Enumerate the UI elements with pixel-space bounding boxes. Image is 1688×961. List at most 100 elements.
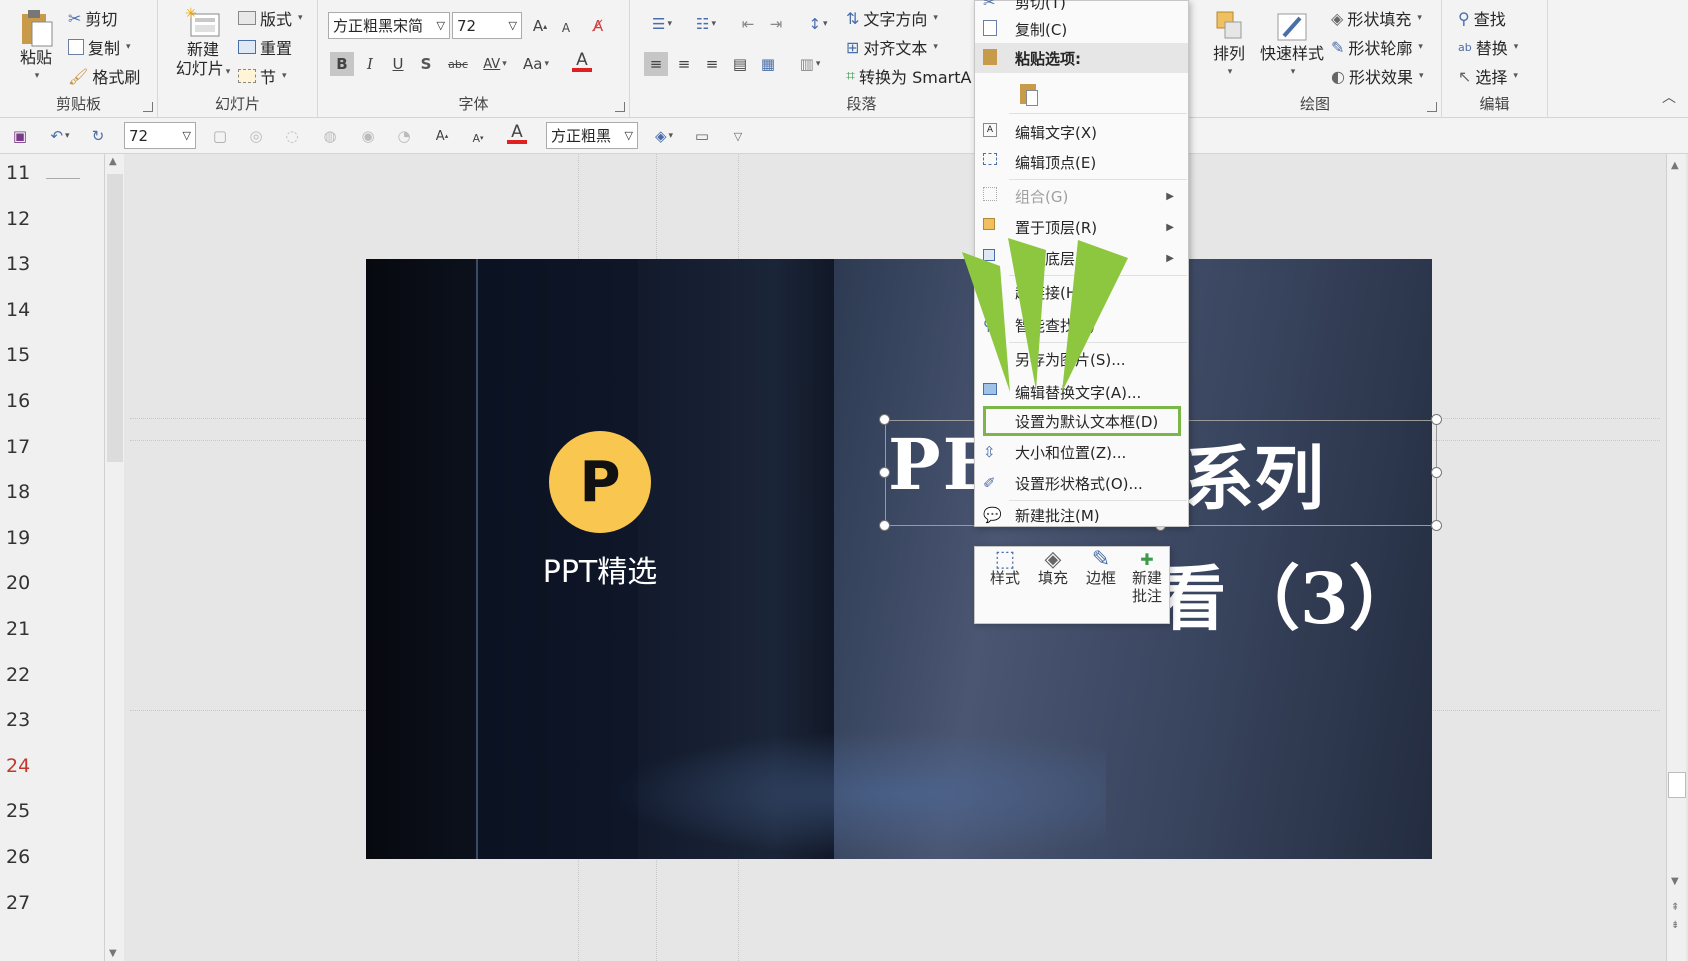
- scroll-thumb[interactable]: [1668, 772, 1686, 798]
- justify-button[interactable]: ▤: [728, 52, 752, 76]
- chevron-down-icon[interactable]: ▽: [437, 19, 445, 32]
- change-case-button[interactable]: Aa ▾: [518, 52, 554, 76]
- chevron-down-icon[interactable]: ▽: [509, 19, 517, 32]
- align-right-button[interactable]: ≡: [700, 52, 724, 76]
- decrease-indent-button[interactable]: ⇤: [736, 12, 760, 36]
- font-color-button[interactable]: A: [564, 50, 600, 74]
- dialog-launcher-icon[interactable]: [615, 102, 625, 112]
- menu-item-send-to-back[interactable]: 置于底层(K) ▶: [975, 243, 1188, 273]
- resize-handle[interactable]: [879, 467, 890, 478]
- numbering-button[interactable]: ☷ ▾: [686, 12, 726, 36]
- format-painter-button[interactable]: 🖌 格式刷: [68, 64, 140, 88]
- menu-item-bring-to-front[interactable]: 置于顶层(R) ▶: [975, 212, 1188, 242]
- redo-icon[interactable]: ↻: [86, 124, 110, 148]
- mini-border-button[interactable]: ✎ 边框: [1081, 549, 1121, 588]
- mini-style-button[interactable]: ⬚ 样式: [985, 549, 1025, 588]
- menu-item-edit-points[interactable]: 编辑顶点(E): [975, 147, 1188, 177]
- outline-scrollbar[interactable]: ▲ ▼: [104, 154, 124, 961]
- find-button[interactable]: ⚲ 查找: [1458, 6, 1506, 30]
- align-center-button[interactable]: ≡: [672, 52, 696, 76]
- distribute-button[interactable]: ▦: [756, 52, 780, 76]
- slide-canvas[interactable]: P PPT精选 PE 系列 看 （3）: [366, 259, 1432, 859]
- qat-grow-font-icon[interactable]: A ▴: [430, 124, 454, 148]
- shrink-font-button[interactable]: A: [554, 16, 578, 40]
- italic-button[interactable]: I: [358, 52, 382, 76]
- reset-button[interactable]: 重置: [238, 35, 292, 59]
- section-button[interactable]: 节 ▾: [238, 64, 287, 88]
- shadow-button[interactable]: S: [414, 52, 438, 76]
- menu-item-edit-text[interactable]: A 编辑文字(X): [975, 117, 1188, 147]
- next-slide-icon[interactable]: ⇟: [1671, 920, 1679, 931]
- chevron-down-icon[interactable]: ▽: [183, 129, 191, 142]
- menu-item-size-position[interactable]: ⇳ 大小和位置(Z)...: [975, 437, 1188, 467]
- shape-effects-button[interactable]: ◐ 形状效果 ▾: [1331, 64, 1424, 88]
- columns-button[interactable]: ▥ ▾: [790, 52, 830, 76]
- qat-font-color-button[interactable]: A: [502, 122, 532, 146]
- shape-fill-button[interactable]: ◈ 形状填充 ▾: [1331, 6, 1422, 30]
- underline-button[interactable]: U: [386, 52, 410, 76]
- bullets-button[interactable]: ☰ ▾: [642, 12, 682, 36]
- combine-icon[interactable]: ◌: [280, 124, 304, 148]
- scroll-up-icon[interactable]: ▲: [1671, 160, 1679, 171]
- resize-handle[interactable]: [1431, 414, 1442, 425]
- replace-button[interactable]: ab 替换 ▾: [1458, 35, 1518, 59]
- menu-item-group[interactable]: 组合(G) ▶: [975, 181, 1188, 211]
- mini-fill-button[interactable]: ◈ 填充: [1033, 549, 1073, 588]
- prev-slide-icon[interactable]: ⇞: [1671, 902, 1679, 913]
- copy-button[interactable]: 复制 ▾: [68, 35, 131, 59]
- scroll-thumb[interactable]: [107, 174, 123, 462]
- bold-button[interactable]: B: [330, 52, 354, 76]
- font-name-combo[interactable]: 方正粗黑宋简 ▽: [328, 12, 450, 39]
- qat-textbox-icon[interactable]: ▭: [690, 124, 714, 148]
- align-left-button[interactable]: ≡: [644, 52, 668, 76]
- resize-handle[interactable]: [1431, 520, 1442, 531]
- collapse-ribbon-icon[interactable]: ︿: [1662, 87, 1676, 107]
- menu-item-hyperlink[interactable]: ⚭ 超链接(H)...: [975, 277, 1188, 307]
- shape-outline-button[interactable]: ✎ 形状轮廓 ▾: [1331, 35, 1423, 59]
- resize-handle[interactable]: [1431, 467, 1442, 478]
- qat-font-size-combo[interactable]: 72 ▽: [124, 122, 196, 149]
- cut-button[interactable]: ✂ 剪切: [68, 6, 117, 30]
- layout-button[interactable]: 版式 ▾: [238, 6, 303, 30]
- slide-scrollbar[interactable]: ▲ ▼ ⇞ ⇟: [1666, 154, 1686, 961]
- dialog-launcher-icon[interactable]: [143, 102, 153, 112]
- scroll-down-icon[interactable]: ▼: [109, 948, 117, 959]
- dialog-launcher-icon[interactable]: [1427, 102, 1437, 112]
- paste-button[interactable]: 粘贴 ▾: [14, 8, 58, 86]
- resize-handle[interactable]: [879, 414, 890, 425]
- menu-item-new-comment[interactable]: 💬 新建批注(M): [975, 500, 1188, 530]
- intersect-icon[interactable]: ◉: [356, 124, 380, 148]
- chevron-down-icon[interactable]: ▽: [625, 129, 633, 142]
- new-slide-button[interactable]: ✳ 新建 幻灯片 ▾: [170, 6, 236, 82]
- slide-title-line2[interactable]: （3）: [1230, 543, 1419, 644]
- clear-format-button[interactable]: A̸: [586, 14, 610, 38]
- subtract-icon[interactable]: ◔: [392, 124, 416, 148]
- save-icon[interactable]: ▣: [8, 124, 32, 148]
- undo-button[interactable]: ↶ ▾: [42, 124, 78, 148]
- union-icon[interactable]: ◎: [244, 124, 268, 148]
- strikethrough-button[interactable]: abc: [442, 52, 474, 76]
- line-spacing-button[interactable]: ↕ ▾: [798, 12, 838, 36]
- scroll-down-icon[interactable]: ▼: [1671, 876, 1679, 887]
- char-spacing-button[interactable]: AV ▾: [478, 52, 512, 76]
- qat-font-name-combo[interactable]: 方正粗黑 ▽: [546, 122, 638, 149]
- resize-handle[interactable]: [879, 520, 890, 531]
- customize-qat-icon[interactable]: ▽: [726, 124, 750, 148]
- menu-item-edit-alt-text[interactable]: 编辑替换文字(A)...: [975, 377, 1188, 407]
- paste-keep-format-button[interactable]: [1015, 79, 1043, 109]
- font-size-combo[interactable]: 72 ▽: [452, 12, 522, 39]
- scroll-up-icon[interactable]: ▲: [109, 156, 117, 167]
- increase-indent-button[interactable]: ⇥: [764, 12, 788, 36]
- menu-item-set-default-textbox[interactable]: 设置为默认文本框(D): [983, 406, 1181, 436]
- menu-item-smart-lookup[interactable]: ⚲ 智能查找(L): [975, 310, 1188, 340]
- qat-shrink-font-icon[interactable]: A ▾: [466, 126, 490, 150]
- convert-smartart-button[interactable]: ⌗ 转换为 SmartA: [846, 64, 971, 88]
- text-direction-button[interactable]: ⇅ 文字方向 ▾: [846, 6, 938, 30]
- arrange-button[interactable]: 排列 ▾: [1207, 8, 1251, 82]
- qat-shape-fill-button[interactable]: ◈ ▾: [646, 124, 682, 148]
- align-text-button[interactable]: ⊞ 对齐文本 ▾: [846, 35, 938, 59]
- menu-item-save-as-picture[interactable]: 另存为图片(S)...: [975, 344, 1188, 374]
- menu-item-format-shape[interactable]: ✐ 设置形状格式(O)...: [975, 468, 1188, 498]
- select-button[interactable]: ↖ 选择 ▾: [1458, 64, 1518, 88]
- shape-icon[interactable]: ▢: [208, 124, 232, 148]
